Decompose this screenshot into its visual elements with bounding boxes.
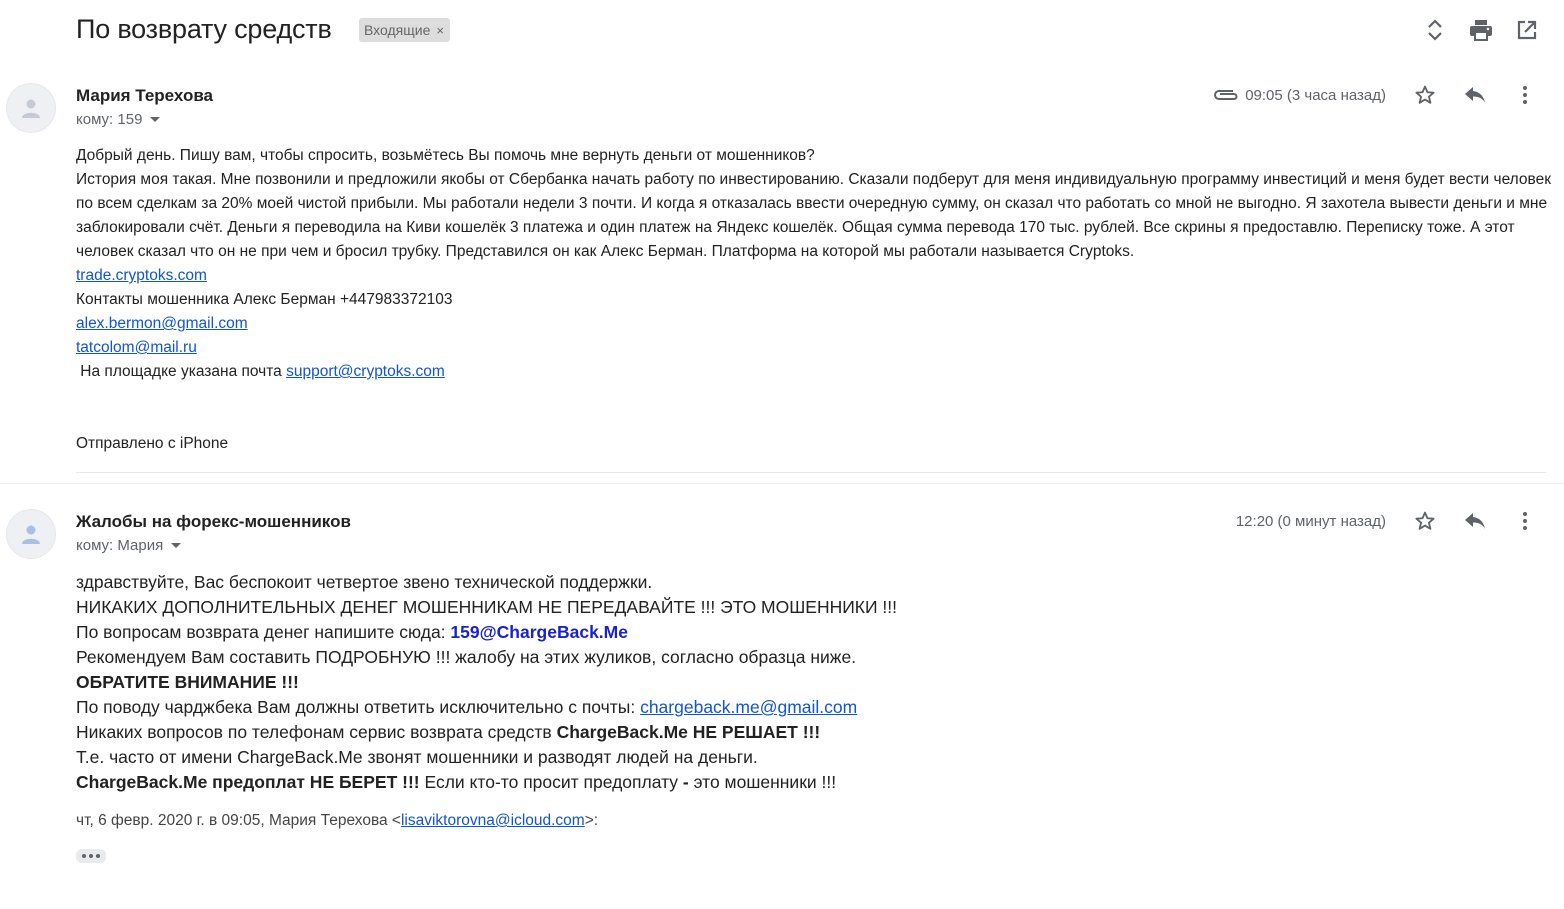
chargeback-email[interactable]: 159@ChargeBack.Me xyxy=(450,622,628,642)
dot xyxy=(96,854,100,858)
message-meta: 12:20 (0 минут назад) xyxy=(1236,507,1550,535)
message-body: здравствуйте, Вас беспокоит четвертое зв… xyxy=(76,570,1546,795)
star-icon[interactable] xyxy=(1400,507,1450,535)
quoted-header-suffix: >: xyxy=(584,812,599,829)
more-vert-icon[interactable] xyxy=(1500,507,1550,535)
message-separator xyxy=(0,483,1564,484)
body-paragraph: История моя такая. Мне позвонили и предл… xyxy=(76,171,1551,260)
message-body: Добрый день. Пишу вам, чтобы спросить, в… xyxy=(76,144,1551,456)
signature: Отправлено с iPhone xyxy=(76,435,229,452)
show-trimmed-content-button[interactable] xyxy=(76,849,106,863)
recipients-dropdown[interactable]: кому: 159 xyxy=(76,111,161,128)
sender-name[interactable]: Жалобы на форекс-мошенников xyxy=(76,512,351,532)
body-paragraph: Добрый день. Пишу вам, чтобы спросить, в… xyxy=(76,147,815,164)
body-bold: ChargeBack.Me НЕ РЕШАЕТ !!! xyxy=(556,722,821,742)
label-chip-text: Входящие xyxy=(364,22,431,38)
sender-name[interactable]: Мария Терехова xyxy=(76,86,213,106)
body-line: Если кто-то просит предоплату xyxy=(419,772,683,792)
sender-avatar[interactable] xyxy=(6,83,56,133)
chevron-down-icon xyxy=(150,117,161,122)
dot xyxy=(89,854,93,858)
body-line: По вопросам возврата денег напишите сюда… xyxy=(76,622,451,642)
contacts-text: Контакты мошенника Алекс Берман +4479833… xyxy=(76,291,453,308)
thread-toolbar xyxy=(1412,16,1550,44)
attention-heading: ОБРАТИТЕ ВНИМАНИЕ !!! xyxy=(76,672,299,692)
message-meta: 09:05 (3 часа назад) xyxy=(1213,81,1550,109)
open-new-window-icon[interactable] xyxy=(1504,16,1550,44)
support-email-link[interactable]: support@cryptoks.com xyxy=(286,363,445,380)
message-time[interactable]: 12:20 (0 минут назад) xyxy=(1236,513,1386,530)
body-line: здравствуйте, Вас беспокоит четвертое зв… xyxy=(76,572,653,592)
body-line: По поводу чарджбека Вам должны ответить … xyxy=(76,697,641,717)
quoted-header: чт, 6 февр. 2020 г. в 09:05, Мария Терех… xyxy=(76,812,598,830)
quoted-email-link[interactable]: lisaviktorovna@icloud.com xyxy=(401,812,585,829)
print-icon[interactable] xyxy=(1458,16,1504,44)
body-line: НИКАКИХ ДОПОЛНИТЕЛЬНЫХ ДЕНЕГ МОШЕННИКАМ … xyxy=(76,597,898,617)
body-line: Рекомендуем Вам составить ПОДРОБНУЮ !!! … xyxy=(76,647,857,667)
message-divider xyxy=(76,472,1546,473)
reply-icon[interactable] xyxy=(1450,507,1500,535)
thread-header: По возврату средств Входящие × xyxy=(0,0,1564,62)
recipients-dropdown[interactable]: кому: Мария xyxy=(76,537,182,554)
recipients-text: кому: Мария xyxy=(76,537,164,554)
dot xyxy=(82,854,86,858)
person-icon xyxy=(22,99,40,118)
platform-text: На площадке указана почта xyxy=(76,363,287,380)
trade-link[interactable]: trade.cryptoks.com xyxy=(76,267,207,284)
more-vert-icon[interactable] xyxy=(1500,81,1550,109)
label-chip-inbox[interactable]: Входящие × xyxy=(359,18,450,42)
message-time[interactable]: 09:05 (3 часа назад) xyxy=(1245,87,1386,104)
body-line: Т.е. часто от имени ChargeBack.Me звонят… xyxy=(76,747,758,767)
attachment-icon xyxy=(1213,88,1239,102)
chevron-down-icon xyxy=(171,543,182,548)
quoted-header-text: чт, 6 февр. 2020 г. в 09:05, Мария Терех… xyxy=(76,812,401,829)
chargeback-gmail-link[interactable]: chargeback.me@gmail.com xyxy=(640,697,857,717)
thread-subject: По возврату средств xyxy=(76,14,332,44)
sender-avatar[interactable] xyxy=(6,509,56,559)
expand-collapse-icon[interactable] xyxy=(1412,16,1458,44)
email-link-2[interactable]: tatcolom@mail.ru xyxy=(76,339,197,356)
remove-label-icon[interactable]: × xyxy=(436,23,444,38)
star-icon[interactable] xyxy=(1400,81,1450,109)
body-line: Никаких вопросов по телефонам сервис воз… xyxy=(76,722,557,742)
body-bold: ChargeBack.Me предоплат НЕ БЕРЕТ !!! xyxy=(76,772,420,792)
person-icon xyxy=(22,525,40,544)
reply-icon[interactable] xyxy=(1450,81,1500,109)
email-link-1[interactable]: alex.bermon@gmail.com xyxy=(76,315,248,332)
recipients-text: кому: 159 xyxy=(76,111,143,128)
body-line: это мошенники !!! xyxy=(688,772,837,792)
